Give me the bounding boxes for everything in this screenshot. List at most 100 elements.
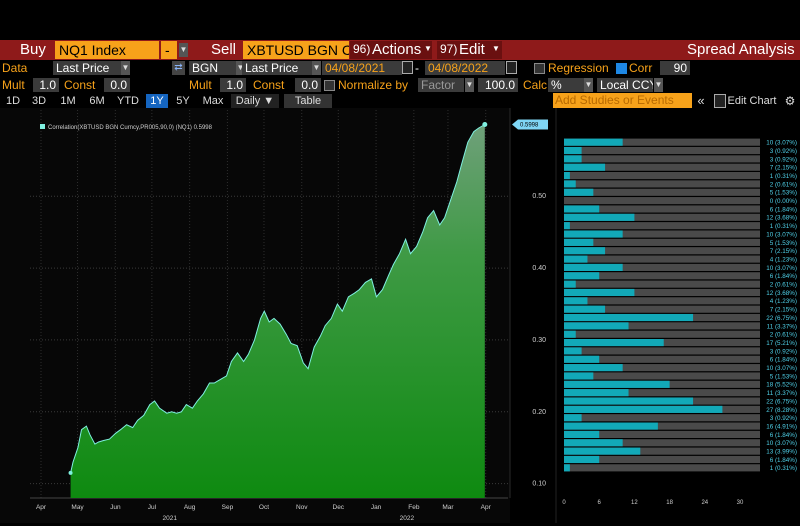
corr-window-field[interactable]: 90 xyxy=(660,61,690,75)
histogram-bar xyxy=(564,380,670,388)
mult2-field[interactable]: 1.0 xyxy=(220,78,246,92)
frequency-select[interactable]: Daily ▼ xyxy=(231,94,279,108)
gear-icon[interactable]: ⚙ xyxy=(783,94,797,108)
factor-select[interactable]: Factor xyxy=(418,78,464,92)
x-tick-label: Apr xyxy=(481,504,492,511)
histogram-bar-bg xyxy=(564,222,760,230)
range-1m[interactable]: 1M xyxy=(56,94,80,108)
histogram-bar-bg xyxy=(564,372,760,380)
histogram-bar-bg xyxy=(564,330,760,338)
edit-pencil-icon[interactable] xyxy=(714,94,726,108)
chevron-down-icon[interactable]: ▼ xyxy=(121,61,130,75)
histogram-x-tick: 0 xyxy=(562,500,566,506)
x-year-label: 2022 xyxy=(400,515,415,522)
y-tick-label: 0.10 xyxy=(532,481,546,488)
histogram-bar xyxy=(564,422,658,430)
range-max[interactable]: Max xyxy=(199,94,227,108)
histogram-bar-bg xyxy=(564,347,760,355)
histogram-label: 22 (6.75%) xyxy=(766,315,797,322)
histogram-bar xyxy=(564,414,582,422)
range-3d[interactable]: 3D xyxy=(28,94,50,108)
histogram-label: 10 (3.07%) xyxy=(766,365,797,372)
calendar-icon[interactable] xyxy=(402,61,413,74)
table-button[interactable]: Table xyxy=(284,94,332,108)
corr-label: Corr xyxy=(629,61,653,75)
legend: Correlation(XBTUSD BGN Curncy,PR005,90,0… xyxy=(40,124,213,131)
corr-checkbox[interactable] xyxy=(616,63,627,74)
chevron-down-icon[interactable]: ▼ xyxy=(465,78,474,92)
start-date-field[interactable]: 04/08/2021 xyxy=(322,61,402,75)
const2-field[interactable]: 0.0 xyxy=(295,78,321,92)
histogram-bar xyxy=(564,146,582,155)
buy-label: Buy xyxy=(20,41,46,58)
range-6m[interactable]: 6M xyxy=(85,94,109,108)
chevron-down-icon[interactable]: ▼ xyxy=(654,78,663,92)
chevron-down-icon[interactable]: ▼ xyxy=(179,43,188,57)
edit-button[interactable]: 97) Edit ▼ xyxy=(437,41,502,59)
normalize-checkbox[interactable] xyxy=(324,80,335,91)
mult-label: Mult xyxy=(2,78,25,92)
chevron-down-icon[interactable]: ▼ xyxy=(584,78,593,92)
histogram-bar xyxy=(564,222,570,230)
histogram-label: 16 (4.91%) xyxy=(766,423,797,430)
range-1d[interactable]: 1D xyxy=(2,94,24,108)
histogram-label: 18 (5.52%) xyxy=(766,382,797,389)
regression-checkbox[interactable] xyxy=(534,63,545,74)
const1-field[interactable]: 0.0 xyxy=(104,78,130,92)
histogram-x-tick: 18 xyxy=(666,500,673,506)
histogram-bar-bg xyxy=(564,255,760,263)
collapse-icon[interactable]: « xyxy=(695,94,707,108)
currency-select[interactable]: Local CCY xyxy=(597,78,653,92)
histogram-bar xyxy=(564,405,723,413)
histogram-bar xyxy=(564,272,600,280)
factor-value-field[interactable]: 100.0 xyxy=(478,78,518,92)
minus-field[interactable]: - xyxy=(161,41,177,59)
range-1y[interactable]: 1Y xyxy=(146,94,168,108)
range-ytd[interactable]: YTD xyxy=(114,94,142,108)
histogram-bar xyxy=(564,288,635,297)
histogram-label: 27 (8.28%) xyxy=(766,407,797,414)
x-tick-label: Nov xyxy=(296,504,308,511)
x-tick-label: Sep xyxy=(222,504,234,511)
histogram-bar-bg xyxy=(564,180,760,188)
source-field[interactable]: BGN xyxy=(189,61,239,75)
histogram-label: 2 (0.61%) xyxy=(770,282,797,289)
calendar-icon[interactable] xyxy=(506,61,517,74)
field2-select[interactable]: Last Price xyxy=(242,61,312,75)
histogram-bar-bg xyxy=(564,188,760,196)
edit-chart-button[interactable]: Edit Chart xyxy=(726,94,778,108)
histogram-label: 6 (1.84%) xyxy=(770,432,797,439)
last-value-tag: 0.5998 xyxy=(512,119,548,130)
histogram-x-tick: 30 xyxy=(737,500,744,506)
chart-svg: 0.10 0.20 0.30 0.40 0.50 Apr May Jun Jul Aug Sep O… xyxy=(0,108,797,523)
data-field-select[interactable]: Last Price xyxy=(53,61,123,75)
histogram-bar xyxy=(564,255,588,263)
mult1-field[interactable]: 1.0 xyxy=(33,78,59,92)
range-5y[interactable]: 5Y xyxy=(172,94,194,108)
date-separator: - xyxy=(415,61,419,75)
x-year-label: 2021 xyxy=(162,515,177,522)
histogram-label: 6 (1.84%) xyxy=(770,457,797,464)
actions-button[interactable]: 96) Actions ▼ xyxy=(350,41,432,59)
histogram-label: 5 (1.53%) xyxy=(770,240,797,247)
regression-label: Regression xyxy=(548,61,609,75)
chevron-down-icon[interactable]: ▼ xyxy=(312,61,321,75)
const-label: Const xyxy=(64,78,96,92)
histogram-bar xyxy=(564,439,623,447)
end-date-field[interactable]: 04/08/2022 xyxy=(425,61,505,75)
sell-ticker-field[interactable]: XBTUSD BGN C xyxy=(243,41,349,59)
swap-icon[interactable]: ⇄ xyxy=(172,61,185,75)
histogram-bar xyxy=(564,188,594,196)
add-studies-input[interactable]: Add Studies or Events xyxy=(553,93,692,108)
legend-swatch xyxy=(40,124,45,129)
buy-ticker-field[interactable]: NQ1 Index xyxy=(55,41,159,59)
histogram-bar xyxy=(564,297,588,305)
histogram-bar-bg xyxy=(564,197,760,205)
edit-label: Edit xyxy=(459,41,485,58)
x-tick-label: Apr xyxy=(36,504,47,511)
histogram-label: 3 (0.92%) xyxy=(770,156,797,163)
series-last-marker xyxy=(482,122,488,128)
histogram-label: 10 (3.07%) xyxy=(766,140,797,147)
series-start-marker xyxy=(68,470,73,475)
calc-select[interactable]: % xyxy=(548,78,584,92)
